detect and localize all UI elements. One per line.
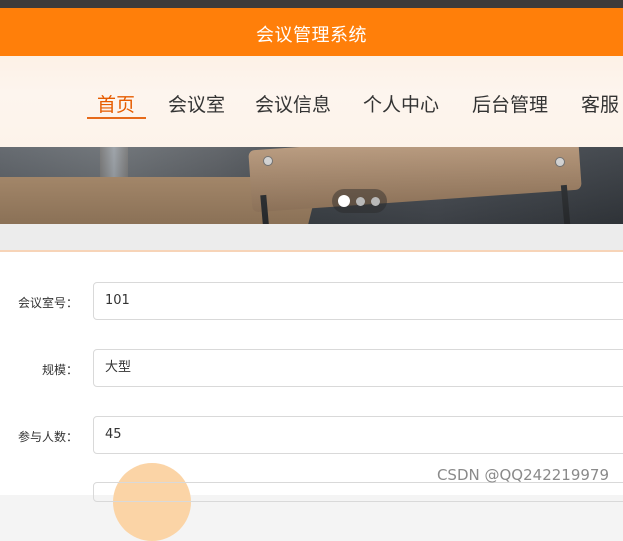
app-title: 会议管理系统 <box>256 25 367 46</box>
nav-item-personal-center[interactable]: 个人中心 <box>363 90 439 117</box>
carousel-dot-2[interactable] <box>356 197 365 206</box>
meeting-room-form: 会议室号： 101 规模： 大型 参与人数： 45 <box>0 250 623 495</box>
nav-item-home[interactable]: 首页 <box>97 90 135 117</box>
nav-active-underline <box>87 117 146 119</box>
title-bar: 会议管理系统 <box>0 8 623 56</box>
room-number-field[interactable]: 101 <box>93 282 623 320</box>
next-field-partial[interactable] <box>93 482 623 502</box>
nav-item-meeting-rooms[interactable]: 会议室 <box>168 90 225 117</box>
csdn-watermark: CSDN @QQ242219979 <box>436 466 609 484</box>
banner-carousel[interactable] <box>0 147 623 224</box>
nav-item-customer-service[interactable]: 客服 <box>581 90 619 117</box>
participants-label: 参与人数： <box>17 430 78 444</box>
scale-label: 规模： <box>41 363 78 377</box>
participants-field[interactable]: 45 <box>93 416 623 454</box>
banner-overlay <box>0 147 623 224</box>
form-row-participants: 参与人数： 45 <box>0 416 623 456</box>
nav-bar: 首页 会议室 会议信息 个人中心 后台管理 客服 <box>0 56 623 147</box>
form-row-room-number: 会议室号： 101 <box>0 282 623 322</box>
floating-circle-decor <box>113 463 191 541</box>
browser-top-strip <box>0 0 623 8</box>
carousel-dot-1[interactable] <box>338 195 350 207</box>
room-number-label: 会议室号： <box>17 296 78 310</box>
carousel-indicator <box>332 189 387 213</box>
nav-item-admin[interactable]: 后台管理 <box>472 90 548 117</box>
nav-item-meeting-info[interactable]: 会议信息 <box>255 90 331 117</box>
form-row-scale: 规模： 大型 <box>0 349 623 389</box>
section-divider <box>0 224 623 250</box>
scale-field[interactable]: 大型 <box>93 349 623 387</box>
carousel-dot-3[interactable] <box>371 197 380 206</box>
